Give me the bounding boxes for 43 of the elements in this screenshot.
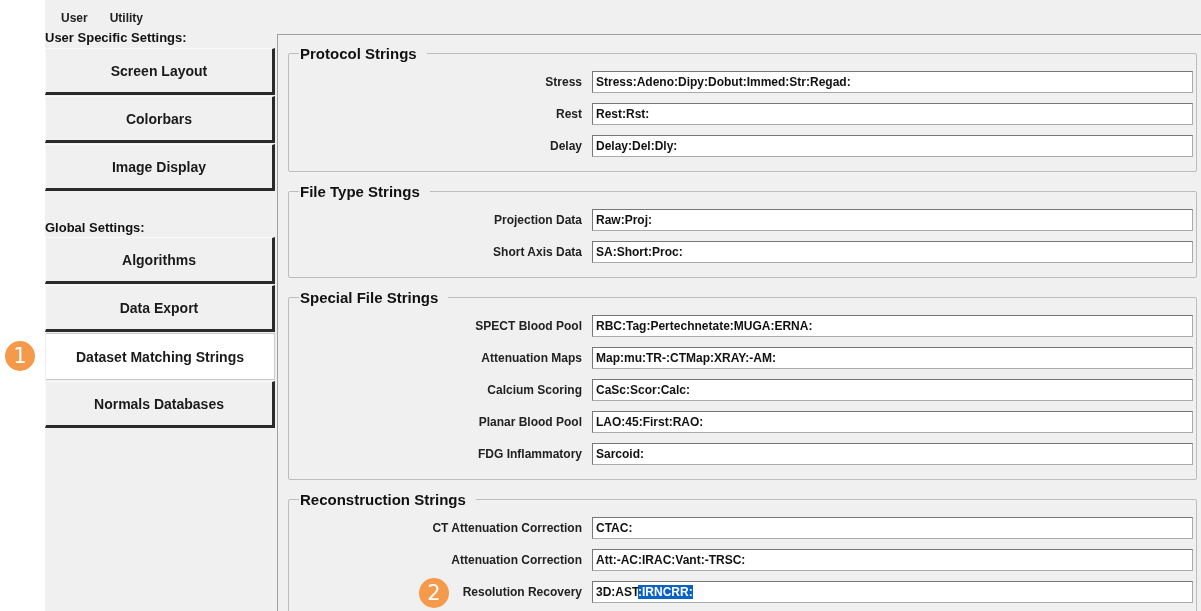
input-field[interactable]: 3D:AST:IRNCRR:	[592, 581, 1193, 603]
input-field[interactable]: Raw:Proj:	[592, 209, 1193, 231]
field-label: Attenuation Correction	[451, 553, 582, 567]
input-field[interactable]: RBC:Tag:Pertechnetate:MUGA:ERNA:	[592, 315, 1193, 337]
field-label: FDG Inflammatory	[478, 447, 582, 461]
input-field[interactable]: Rest:Rst:	[592, 103, 1193, 125]
input-field[interactable]: SA:Short:Proc:	[592, 241, 1193, 263]
group-title: Reconstruction Strings	[299, 491, 467, 508]
settings-button[interactable]: Algorithms	[45, 237, 275, 284]
step-marker: 1	[5, 341, 35, 371]
menu-item[interactable]: Utility	[109, 11, 144, 28]
field-label: Delay	[549, 139, 582, 153]
field-label: Stress	[545, 75, 582, 89]
settings-button[interactable]: Colorbars	[45, 96, 275, 143]
group-title: Protocol Strings	[299, 45, 418, 62]
field-label: Attenuation Maps	[481, 351, 582, 365]
section-heading: User Specific Settings:	[45, 29, 188, 47]
menu-item[interactable]: User	[61, 11, 88, 28]
field-label: Projection Data	[493, 213, 582, 227]
input-field[interactable]: LAO:45:First:RAO:	[592, 411, 1193, 433]
settings-button[interactable]: Normals Databases	[45, 381, 275, 428]
step-marker: 2	[419, 578, 449, 608]
group-title: File Type Strings	[299, 183, 421, 200]
field-label: Short Axis Data	[493, 245, 582, 259]
section-heading: Global Settings:	[45, 219, 146, 237]
field-label: Calcium Scoring	[487, 383, 582, 397]
input-field[interactable]: Stress:Adeno:Dipy:Dobut:Immed:Str:Regad:	[592, 71, 1193, 93]
input-field[interactable]: Att:-AC:IRAC:Vant:-TRSC:	[592, 549, 1193, 571]
input-field[interactable]: CTAC:	[592, 517, 1193, 539]
settings-button[interactable]: Image Display	[45, 144, 275, 191]
input-field[interactable]: Sarcoid:	[592, 443, 1193, 465]
group-title: Special File Strings	[299, 289, 440, 306]
input-field[interactable]: Delay:Del:Dly:	[592, 135, 1193, 157]
settings-button[interactable]: Data Export	[45, 285, 275, 332]
field-label: Rest	[556, 107, 582, 121]
field-label: CT Attenuation Correction	[432, 521, 582, 535]
settings-button[interactable]: Screen Layout	[45, 48, 275, 95]
field-label: Resolution Recovery	[462, 585, 582, 599]
input-field[interactable]: Map:mu:TR-:CTMap:XRAY:-AM:	[592, 347, 1193, 369]
field-label: SPECT Blood Pool	[475, 319, 582, 333]
field-label: Planar Blood Pool	[478, 415, 582, 429]
settings-button[interactable]: Dataset Matching Strings	[46, 333, 275, 380]
input-field[interactable]: CaSc:Scor:Calc:	[592, 379, 1193, 401]
